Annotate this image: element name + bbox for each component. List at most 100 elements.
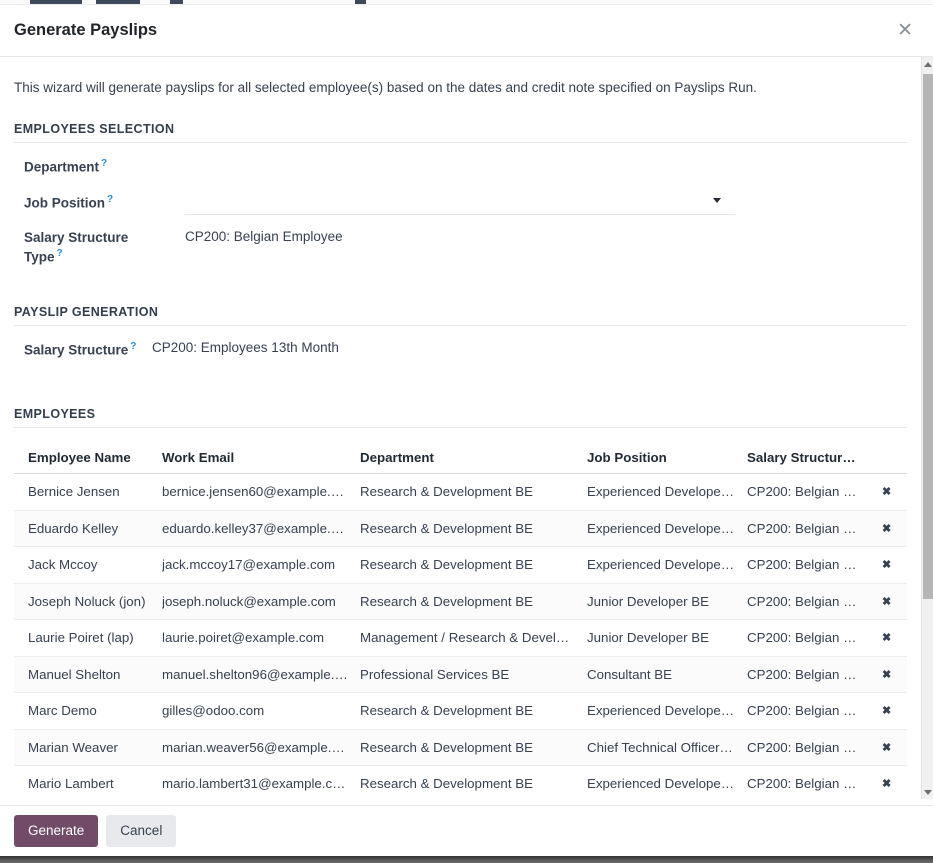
remove-row-button[interactable]: ✖	[878, 556, 895, 573]
field-salary-structure-type: Salary Structure Type? CP200: Belgian Em…	[24, 227, 907, 279]
dialog-footer: Generate Cancel	[0, 805, 933, 856]
label-text: Department	[24, 160, 99, 175]
job-position-input[interactable]	[185, 191, 735, 215]
help-icon[interactable]: ?	[107, 194, 113, 205]
cell-department: Research & Development BE	[360, 484, 587, 499]
cell-salary-structure: CP200: Belgian Employee	[747, 630, 872, 645]
vertical-scrollbar[interactable]	[921, 57, 933, 799]
cell-salary-structure: CP200: Belgian Employee	[747, 740, 872, 755]
cell-job-position: Consultant BE	[587, 667, 747, 682]
table-row[interactable]: Joseph Noluck (jon) joseph.noluck@exampl…	[14, 584, 907, 621]
help-icon[interactable]: ?	[130, 341, 136, 352]
column-header[interactable]: Salary Structure Type	[747, 450, 872, 465]
salary-structure-value[interactable]: CP200: Employees 13th Month	[152, 338, 907, 355]
background-page-top	[0, 0, 933, 5]
scroll-up-icon[interactable]	[924, 62, 932, 67]
salary-structure-type-value[interactable]: CP200: Belgian Employee	[185, 227, 907, 244]
dialog-header: Generate Payslips ✕	[0, 5, 933, 57]
table-row[interactable]: Mario Lambert mario.lambert31@example.co…	[14, 766, 907, 799]
cancel-button[interactable]: Cancel	[106, 815, 176, 847]
label-text: Salary Structure	[24, 343, 128, 358]
table-row[interactable]: Eduardo Kelley eduardo.kelley37@example.…	[14, 511, 907, 548]
scroll-down-icon[interactable]	[924, 790, 932, 795]
cell-work-email: jack.mccoy17@example.com	[162, 557, 360, 572]
column-header[interactable]: Work Email	[162, 450, 360, 465]
column-header[interactable]: Employee Name	[14, 450, 162, 465]
table-row[interactable]: Jack Mccoy jack.mccoy17@example.com Rese…	[14, 547, 907, 584]
field-salary-structure: Salary Structure? CP200: Employees 13th …	[24, 338, 907, 374]
cell-employee-name: Bernice Jensen	[14, 484, 162, 499]
scrollbar-thumb[interactable]	[923, 74, 933, 599]
column-header[interactable]: Department	[360, 450, 587, 465]
cell-department: Research & Development BE	[360, 557, 587, 572]
table-row[interactable]: Manuel Shelton manuel.shelton96@example.…	[14, 657, 907, 694]
table-row[interactable]: Bernice Jensen bernice.jensen60@example.…	[14, 474, 907, 511]
remove-row-button[interactable]: ✖	[878, 593, 895, 610]
cell-department: Management / Research & Development BE	[360, 630, 587, 645]
generate-payslips-dialog: Generate Payslips ✕ This wizard will gen…	[0, 5, 933, 856]
remove-row-button[interactable]: ✖	[878, 666, 895, 683]
cell-employee-name: Mario Lambert	[14, 776, 162, 791]
help-icon[interactable]: ?	[57, 248, 63, 259]
remove-row-button[interactable]: ✖	[878, 483, 895, 500]
section-title: PAYSLIP GENERATION	[14, 305, 907, 326]
cell-work-email: bernice.jensen60@example.com	[162, 484, 360, 499]
field-department: Department?	[24, 155, 907, 191]
cell-work-email: eduardo.kelley37@example.com	[162, 521, 360, 536]
table-row[interactable]: Laurie Poiret (lap) laurie.poiret@exampl…	[14, 620, 907, 657]
table-body: Bernice Jensen bernice.jensen60@example.…	[14, 474, 907, 799]
intro-text: This wizard will generate payslips for a…	[14, 80, 907, 95]
section-title: EMPLOYEES	[14, 407, 907, 428]
cell-job-position: Junior Developer BE	[587, 594, 747, 609]
cell-employee-name: Joseph Noluck (jon)	[14, 594, 162, 609]
cell-job-position: Experienced Developer BE	[587, 776, 747, 791]
department-input[interactable]	[185, 155, 907, 157]
cell-job-position: Junior Developer BE	[587, 630, 747, 645]
section-employees: EMPLOYEES Employee NameWork EmailDepartm…	[14, 407, 907, 799]
close-button[interactable]: ✕	[893, 19, 917, 42]
table-header-row: Employee NameWork EmailDepartmentJob Pos…	[14, 441, 907, 474]
cell-work-email: gilles@odoo.com	[162, 703, 360, 718]
cell-salary-structure: CP200: Belgian Employee	[747, 557, 872, 572]
cell-employee-name: Jack Mccoy	[14, 557, 162, 572]
x-icon: ✖	[882, 778, 891, 790]
cell-employee-name: Manuel Shelton	[14, 667, 162, 682]
remove-row-button[interactable]: ✖	[878, 702, 895, 719]
background-fragment	[355, 0, 366, 4]
background-fragment	[30, 0, 82, 4]
table-row[interactable]: Marian Weaver marian.weaver56@example.co…	[14, 730, 907, 767]
remove-row-button[interactable]: ✖	[878, 775, 895, 792]
cell-salary-structure: CP200: Belgian Employee	[747, 703, 872, 718]
section-employees-selection: EMPLOYEES SELECTION Department? Job Posi…	[14, 122, 907, 279]
section-title: EMPLOYEES SELECTION	[14, 122, 907, 143]
cell-work-email: mario.lambert31@example.com	[162, 776, 360, 791]
cell-department: Research & Development BE	[360, 703, 587, 718]
remove-row-button[interactable]: ✖	[878, 520, 895, 537]
cell-salary-structure: CP200: Belgian Employee	[747, 776, 872, 791]
help-icon[interactable]: ?	[101, 158, 107, 169]
employees-table: Employee NameWork EmailDepartmentJob Pos…	[14, 441, 907, 799]
generate-button[interactable]: Generate	[14, 815, 98, 847]
x-icon: ✖	[882, 559, 891, 571]
cell-department: Research & Development BE	[360, 776, 587, 791]
cell-job-position: Experienced Developer BE	[587, 521, 747, 536]
cell-salary-structure: CP200: Belgian Employee	[747, 521, 872, 536]
section-payslip-generation: PAYSLIP GENERATION Salary Structure? CP2…	[14, 305, 907, 374]
background-fragment	[170, 0, 183, 4]
cell-work-email: manuel.shelton96@example.com	[162, 667, 360, 682]
job-position-label: Job Position?	[24, 191, 185, 213]
cell-salary-structure: CP200: Belgian Employee	[747, 594, 872, 609]
cell-department: Professional Services BE	[360, 667, 587, 682]
cell-employee-name: Laurie Poiret (lap)	[14, 630, 162, 645]
x-icon: ✖	[882, 669, 891, 681]
label-text: Salary Structure Type	[24, 230, 128, 265]
cell-work-email: joseph.noluck@example.com	[162, 594, 360, 609]
column-header[interactable]: Job Position	[587, 450, 747, 465]
remove-row-button[interactable]: ✖	[878, 739, 895, 756]
remove-row-button[interactable]: ✖	[878, 629, 895, 646]
table-row[interactable]: Marc Demo gilles@odoo.com Research & Dev…	[14, 693, 907, 730]
cell-job-position: Experienced Developer BE	[587, 557, 747, 572]
dialog-body: This wizard will generate payslips for a…	[0, 57, 933, 799]
chevron-down-icon[interactable]	[713, 198, 721, 203]
cell-department: Research & Development BE	[360, 740, 587, 755]
